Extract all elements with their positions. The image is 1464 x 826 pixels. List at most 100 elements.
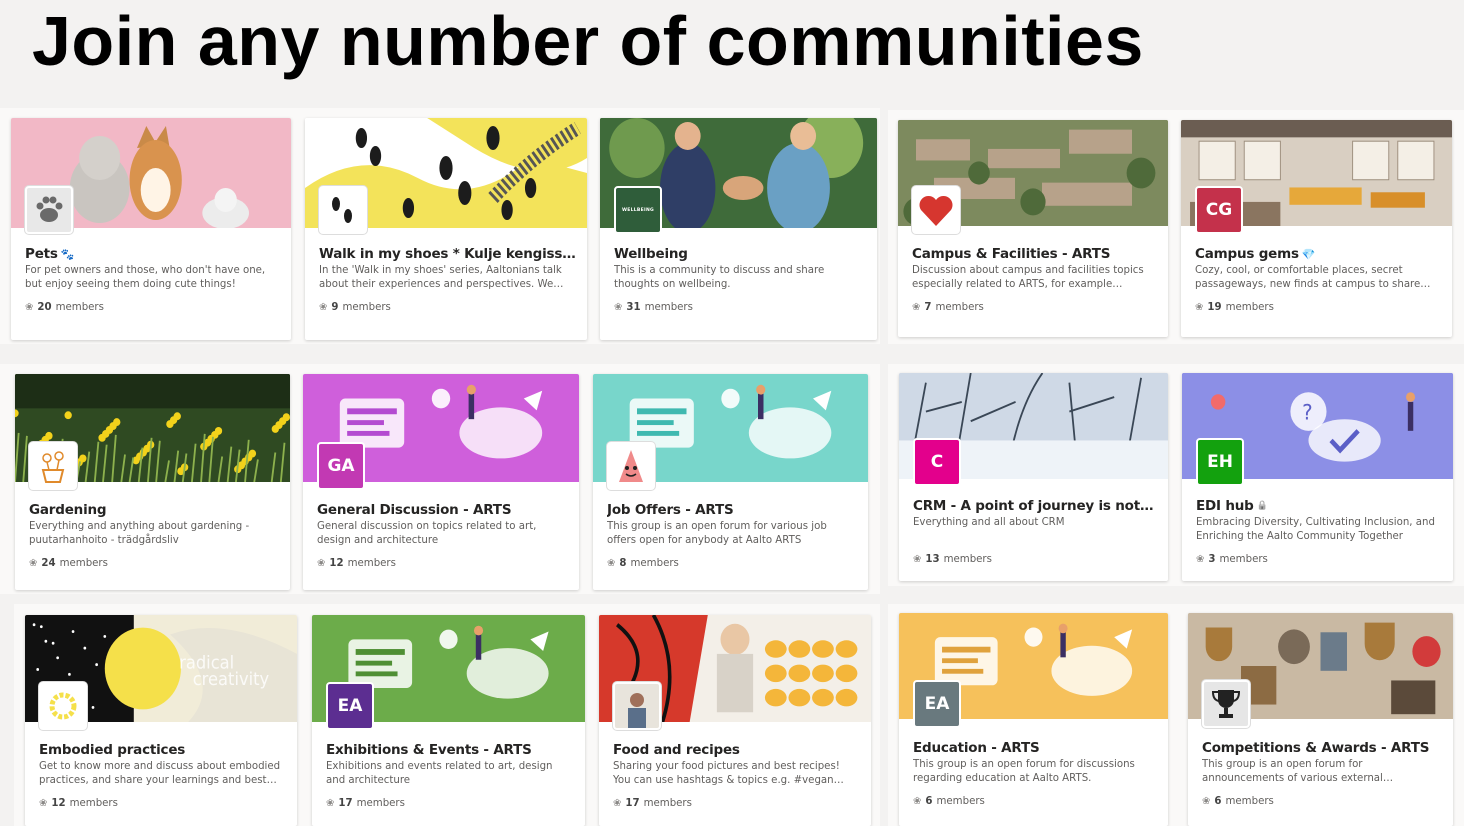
member-count: ❀ 7 members bbox=[912, 302, 984, 313]
community-description: This group is an open forum for announce… bbox=[1202, 759, 1383, 784]
community-title[interactable]: Exhibitions & Events - ARTS bbox=[326, 742, 575, 758]
community-card[interactable]: Food and recipes Sharing your food pictur… bbox=[599, 615, 871, 826]
community-title[interactable]: General Discussion - ARTS bbox=[317, 502, 569, 518]
community-card[interactable]: CG Campus gems 💎 Cozy, cool, or comfortable… bbox=[1181, 120, 1452, 337]
community-description: Discussion about campus and facilities t… bbox=[912, 265, 1144, 290]
community-title-text: General Discussion - ARTS bbox=[317, 502, 512, 518]
community-description: This group is an open forum for various … bbox=[607, 521, 827, 546]
community-title[interactable]: Pets 🐾 bbox=[25, 246, 281, 262]
member-count: ❀ 6 members bbox=[913, 796, 985, 807]
svg-text:creativity: creativity bbox=[193, 668, 269, 689]
community-card[interactable]: ? EH EDI hub 🔒 Embracing Diversity, Cultivat… bbox=[1182, 373, 1453, 581]
community-card[interactable]: Campus & Facilities - ARTS Discussion abo… bbox=[898, 120, 1168, 337]
community-title[interactable]: Food and recipes bbox=[613, 742, 861, 758]
member-count-label: members bbox=[644, 302, 693, 313]
member-count: ❀ 20 members bbox=[25, 302, 104, 313]
community-title[interactable]: Gardening bbox=[29, 502, 280, 518]
community-logo: WELLBEING bbox=[614, 186, 662, 234]
member-count: ❀ 13 members bbox=[913, 554, 992, 565]
people-icon: ❀ bbox=[39, 798, 48, 809]
community-card[interactable]: Gardening Everything and anything about g… bbox=[15, 374, 290, 590]
community-description: Cozy, cool, or comfortable places, secre… bbox=[1195, 265, 1421, 290]
member-count: ❀ 19 members bbox=[1195, 302, 1274, 313]
community-title[interactable]: CRM - A point of journey is not to a... bbox=[913, 498, 1158, 514]
diamond-icon: 💎 bbox=[1301, 247, 1316, 261]
community-title[interactable]: Wellbeing bbox=[614, 246, 867, 262]
community-card[interactable]: WELLBEING Wellbeing This is a community to… bbox=[600, 118, 877, 340]
community-initials-badge: EA bbox=[326, 682, 374, 730]
community-title[interactable]: Walk in my shoes * Kulje kengissäni bbox=[319, 246, 577, 262]
people-icon: ❀ bbox=[326, 798, 335, 809]
community-description: General discussion on topics related to … bbox=[317, 521, 537, 546]
community-title[interactable]: Embodied practices bbox=[39, 742, 287, 758]
community-title[interactable]: Competitions & Awards - ARTS bbox=[1202, 740, 1443, 756]
community-logo bbox=[607, 442, 655, 490]
community-title-text: Education - ARTS bbox=[913, 740, 1040, 756]
community-initials-badge: CG bbox=[1195, 186, 1243, 234]
community-logo bbox=[29, 442, 77, 490]
community-description: Get to know more and discuss about embod… bbox=[39, 761, 281, 786]
community-title-text: Job Offers - ARTS bbox=[607, 502, 734, 518]
member-count-number: 24 bbox=[41, 558, 56, 569]
community-initials-badge: EH bbox=[1196, 438, 1244, 486]
community-title-text: Pets bbox=[25, 246, 58, 262]
member-count: ❀ 17 members bbox=[613, 798, 692, 809]
community-logo bbox=[912, 186, 960, 234]
community-title-text: Campus gems bbox=[1195, 246, 1299, 262]
community-title-text: CRM - A point of journey is not to a... bbox=[913, 498, 1158, 514]
community-title[interactable]: Campus & Facilities - ARTS bbox=[912, 246, 1158, 262]
community-card[interactable]: Job Offers - ARTS This group is an open f… bbox=[593, 374, 868, 590]
community-card[interactable]: Pets 🐾 For pet owners and those, who don't… bbox=[11, 118, 291, 340]
community-logo bbox=[613, 682, 661, 730]
community-logo bbox=[1202, 680, 1250, 728]
people-icon: ❀ bbox=[1195, 302, 1204, 313]
member-count: ❀ 12 members bbox=[317, 558, 396, 569]
member-count-label: members bbox=[935, 302, 984, 313]
community-title-text: Embodied practices bbox=[39, 742, 186, 758]
page-headline: Join any number of communities bbox=[32, 2, 1144, 80]
community-card[interactable]: Competitions & Awards - ARTS This group i… bbox=[1188, 613, 1453, 826]
people-icon: ❀ bbox=[614, 302, 623, 313]
member-count-label: members bbox=[1225, 796, 1274, 807]
member-count-label: members bbox=[630, 558, 679, 569]
community-initials-badge: C bbox=[913, 438, 961, 486]
member-count-number: 31 bbox=[626, 302, 641, 313]
member-count-label: members bbox=[342, 302, 391, 313]
member-count-number: 7 bbox=[924, 302, 932, 313]
people-icon: ❀ bbox=[1202, 796, 1211, 807]
community-description: This group is an open forum for discussi… bbox=[913, 759, 1135, 784]
people-icon: ❀ bbox=[912, 302, 921, 313]
member-count-number: 6 bbox=[925, 796, 933, 807]
community-description: In the 'Walk in my shoes' series, Aalton… bbox=[319, 265, 562, 290]
people-icon: ❀ bbox=[913, 554, 922, 565]
community-title-text: Gardening bbox=[29, 502, 107, 518]
community-description: Everything and anything about gardening … bbox=[29, 521, 250, 546]
member-count-number: 12 bbox=[329, 558, 344, 569]
people-icon: ❀ bbox=[317, 558, 326, 569]
member-count: ❀ 17 members bbox=[326, 798, 405, 809]
people-icon: ❀ bbox=[29, 558, 38, 569]
community-title-text: Food and recipes bbox=[613, 742, 740, 758]
community-card[interactable]: EA Education - ARTS This group is an open … bbox=[899, 613, 1168, 826]
member-count-label: members bbox=[936, 796, 985, 807]
member-count-number: 6 bbox=[1214, 796, 1222, 807]
member-count-number: 13 bbox=[925, 554, 940, 565]
member-count-number: 20 bbox=[37, 302, 52, 313]
community-card[interactable]: Walk in my shoes * Kulje kengissäni In th… bbox=[305, 118, 587, 340]
community-card[interactable]: EA Exhibitions & Events - ARTS Exhibitions… bbox=[312, 615, 585, 826]
community-title[interactable]: EDI hub 🔒 bbox=[1196, 498, 1443, 514]
community-card[interactable]: radical creativity Embodied practices Get t… bbox=[25, 615, 297, 826]
community-title[interactable]: Education - ARTS bbox=[913, 740, 1158, 756]
member-count: ❀ 9 members bbox=[319, 302, 391, 313]
people-icon: ❀ bbox=[1196, 554, 1205, 565]
community-title[interactable]: Job Offers - ARTS bbox=[607, 502, 858, 518]
member-count-label: members bbox=[1225, 302, 1274, 313]
member-count-label: members bbox=[59, 558, 108, 569]
member-count: ❀ 24 members bbox=[29, 558, 108, 569]
community-card[interactable]: C CRM - A point of journey is not to a...… bbox=[899, 373, 1168, 581]
community-title[interactable]: Campus gems 💎 bbox=[1195, 246, 1442, 262]
community-description: Exhibitions and events related to art, d… bbox=[326, 761, 553, 786]
people-icon: ❀ bbox=[913, 796, 922, 807]
member-count-number: 9 bbox=[331, 302, 339, 313]
community-card[interactable]: GA General Discussion - ARTS General discu… bbox=[303, 374, 579, 590]
